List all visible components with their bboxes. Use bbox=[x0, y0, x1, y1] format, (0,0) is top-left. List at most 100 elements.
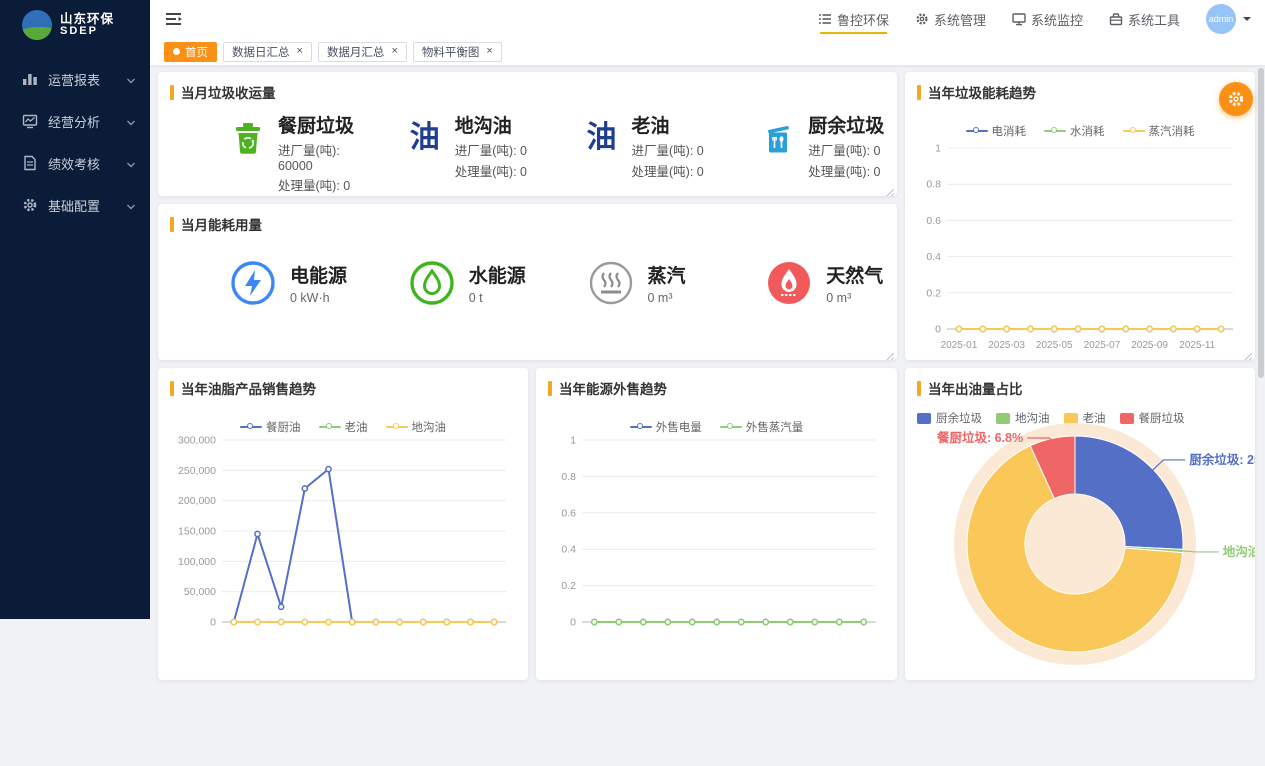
stat-name: 天然气 bbox=[826, 261, 883, 288]
svg-text:0: 0 bbox=[935, 324, 941, 336]
svg-text:250,000: 250,000 bbox=[178, 465, 216, 477]
title-accent-bar bbox=[170, 217, 174, 232]
stat-name: 老油 bbox=[632, 116, 704, 138]
stat-in-value: 0 bbox=[697, 144, 704, 158]
card-title: 当月能耗用量 bbox=[181, 214, 262, 234]
gear-icon bbox=[915, 12, 929, 26]
tag-view-bar: 首页 数据日汇总 × 数据月汇总 × 物料平衡图 × bbox=[150, 38, 1265, 66]
user-menu[interactable]: admin bbox=[1206, 4, 1251, 34]
trash-utensils-icon bbox=[760, 120, 796, 156]
tab-daily-summary[interactable]: 数据日汇总 × bbox=[223, 42, 312, 62]
logo-title: 山东环保 bbox=[60, 13, 114, 26]
tab-material-balance[interactable]: 物料平衡图 × bbox=[413, 42, 502, 62]
resize-handle-icon[interactable] bbox=[885, 349, 894, 358]
oil-sales-line-chart[interactable]: 050,000100,000150,000200,000250,000300,0… bbox=[170, 436, 518, 646]
trash-recycle-icon bbox=[230, 120, 266, 156]
close-icon[interactable]: × bbox=[486, 46, 492, 57]
stat-name: 水能源 bbox=[469, 261, 526, 288]
stat-old-oil: 油 老油 进厂量(吨): 0 处理量(吨): 0 bbox=[532, 116, 709, 194]
toolbox-icon bbox=[1109, 12, 1123, 26]
topnav-lukong-env[interactable]: 鲁控环保 bbox=[818, 0, 889, 38]
legend-swatch-icon bbox=[996, 413, 1010, 424]
resize-handle-icon[interactable] bbox=[1243, 349, 1252, 358]
stat-electric-energy: 电能源 0 kW·h bbox=[170, 260, 349, 306]
legend-label: 蒸汽消耗 bbox=[1149, 123, 1195, 139]
logo-subtitle: SDEP bbox=[60, 26, 114, 38]
energy-trend-line-chart[interactable]: 00.20.40.60.812025-012025-032025-052025-… bbox=[917, 140, 1247, 355]
svg-text:0.8: 0.8 bbox=[926, 179, 941, 191]
card-title: 当年能源外售趋势 bbox=[559, 378, 667, 398]
dashboard-content: 当月垃圾收运量 餐厨垃圾 进厂量(吨): 60000 处理量(吨): 0 油 地… bbox=[150, 66, 1265, 766]
bar-chart-icon bbox=[22, 71, 38, 87]
legend-item[interactable]: 蒸汽消耗 bbox=[1123, 123, 1195, 139]
settings-fab-button[interactable] bbox=[1219, 82, 1253, 116]
legend-item[interactable]: 电消耗 bbox=[966, 123, 1027, 139]
svg-text:50,000: 50,000 bbox=[184, 586, 216, 598]
legend-item[interactable]: 老油 bbox=[319, 419, 368, 435]
chevron-down-icon bbox=[126, 116, 136, 126]
logo-icon bbox=[22, 10, 52, 40]
svg-text:0: 0 bbox=[570, 617, 576, 629]
chart-legend[interactable]: 餐厨油 老油 地沟油 bbox=[170, 418, 516, 436]
legend-item[interactable]: 地沟油 bbox=[386, 419, 447, 435]
legend-marker-icon bbox=[1044, 130, 1066, 132]
stat-in-label: 进厂量(吨): bbox=[808, 144, 870, 158]
tab-home[interactable]: 首页 bbox=[164, 42, 217, 62]
legend-swatch-icon bbox=[1064, 413, 1078, 424]
card-title: 当月垃圾收运量 bbox=[181, 82, 276, 102]
legend-item[interactable]: 餐厨垃圾 bbox=[1120, 410, 1185, 426]
energy-sales-line-chart[interactable]: 00.20.40.60.81 bbox=[548, 436, 888, 646]
svg-text:200,000: 200,000 bbox=[178, 495, 216, 507]
lightning-icon bbox=[230, 260, 276, 306]
stat-out-label: 处理量(吨): bbox=[278, 179, 340, 193]
stat-in-label: 进厂量(吨): bbox=[632, 144, 694, 158]
card-yearly-energy-trend: 当年垃圾能耗趋势 电消耗 水消耗 蒸汽消耗 00.20.40.60.812025-0… bbox=[905, 72, 1255, 360]
topnav-label: 系统工具 bbox=[1128, 10, 1180, 29]
chart-legend[interactable]: 电消耗 水消耗 蒸汽消耗 bbox=[917, 122, 1243, 140]
sidebar-item-operation-reports[interactable]: 运营报表 bbox=[0, 58, 150, 100]
svg-text:2025-05: 2025-05 bbox=[1036, 340, 1073, 351]
oil-character-icon: 油 bbox=[407, 120, 443, 156]
scrollbar-thumb[interactable] bbox=[1258, 68, 1264, 378]
resize-handle-icon[interactable] bbox=[885, 185, 894, 194]
card-title: 当年垃圾能耗趋势 bbox=[928, 82, 1036, 102]
legend-label: 电消耗 bbox=[992, 123, 1027, 139]
tab-label: 数据日汇总 bbox=[232, 44, 290, 60]
collapse-sidebar-icon[interactable] bbox=[164, 9, 184, 29]
close-icon[interactable]: × bbox=[391, 46, 397, 57]
topnav-system-manage[interactable]: 系统管理 bbox=[915, 0, 986, 38]
svg-text:300,000: 300,000 bbox=[178, 435, 216, 447]
legend-item[interactable]: 厨余垃圾 bbox=[917, 410, 982, 426]
card-oil-product-sales-trend: 当年油脂产品销售趋势 餐厨油老油地沟油 050,000100,000150,00… bbox=[158, 368, 528, 680]
topnav-system-monitor[interactable]: 系统监控 bbox=[1012, 0, 1083, 38]
legend-item[interactable]: 餐厨油 bbox=[240, 419, 301, 435]
chart-legend[interactable]: 外售电量 外售蒸汽量 bbox=[548, 418, 885, 436]
card-title: 当年油脂产品销售趋势 bbox=[181, 378, 316, 398]
sidebar-item-business-analysis[interactable]: 经营分析 bbox=[0, 100, 150, 142]
svg-text:150,000: 150,000 bbox=[178, 526, 216, 538]
topnav-system-tools[interactable]: 系统工具 bbox=[1109, 0, 1180, 38]
svg-text:0.8: 0.8 bbox=[561, 471, 576, 483]
vertical-scrollbar[interactable] bbox=[1257, 66, 1265, 619]
stat-steam: 蒸汽 0 m³ bbox=[528, 260, 707, 306]
stat-value: 0 t bbox=[469, 291, 526, 305]
close-icon[interactable]: × bbox=[297, 46, 303, 57]
svg-text:2025-09: 2025-09 bbox=[1131, 340, 1168, 351]
sidebar-item-performance-review[interactable]: 绩效考核 bbox=[0, 142, 150, 184]
svg-text:老油: 66.93%: 老油: 66.93% bbox=[1044, 598, 1120, 613]
legend-item[interactable]: 外售电量 bbox=[630, 419, 702, 435]
title-accent-bar bbox=[917, 85, 921, 100]
caret-down-icon bbox=[1243, 17, 1251, 25]
legend-item[interactable]: 地沟油 bbox=[996, 410, 1050, 426]
legend-label: 厨余垃圾 bbox=[936, 410, 982, 426]
stat-food-waste: 厨余垃圾 进厂量(吨): 0 处理量(吨): 0 bbox=[708, 116, 885, 194]
stat-in-value: 60000 bbox=[278, 159, 313, 173]
legend-item[interactable]: 外售蒸汽量 bbox=[720, 419, 804, 435]
oil-ratio-donut-chart[interactable]: 厨余垃圾: 25.8...地沟油: 0....老油: 66.93%餐厨垃圾: 6… bbox=[917, 426, 1247, 676]
stat-out-value: 0 bbox=[874, 165, 881, 179]
legend-marker-icon bbox=[386, 426, 408, 428]
legend-item[interactable]: 水消耗 bbox=[1044, 123, 1105, 139]
sidebar-item-basic-config[interactable]: 基础配置 bbox=[0, 184, 150, 226]
tab-monthly-summary[interactable]: 数据月汇总 × bbox=[318, 42, 407, 62]
sidebar: 山东环保 SDEP 运营报表 经营分析 绩效考核 bbox=[0, 0, 150, 619]
